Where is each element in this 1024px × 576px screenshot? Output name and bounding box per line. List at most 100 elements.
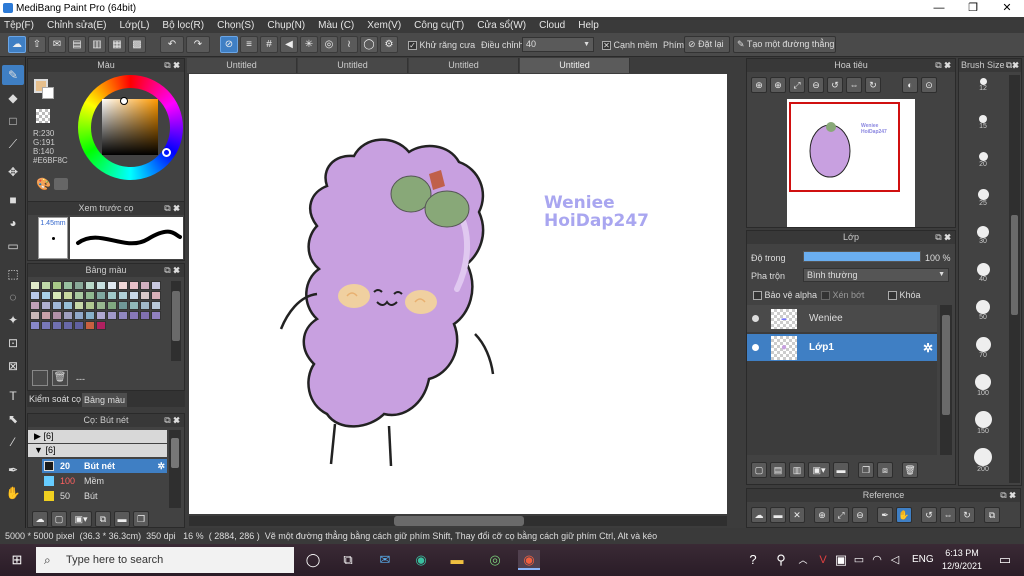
canvas-horizontal-scrollbar[interactable] [189, 516, 727, 526]
hand-tool-icon[interactable]: ✋ [2, 483, 24, 503]
folder-icon[interactable]: ▬ [114, 511, 130, 527]
palette-swatch[interactable] [30, 281, 40, 290]
mail-icon[interactable]: ✉ [374, 550, 396, 570]
page-icon[interactable]: ▤ [68, 36, 86, 53]
brush-list-scrollbar[interactable] [169, 430, 181, 508]
menu-tools[interactable]: Công cụ(T) [414, 20, 464, 31]
menu-select[interactable]: Chọn(S) [217, 20, 254, 31]
palette-swatch[interactable] [107, 291, 117, 300]
rotate-left-icon[interactable]: ↺ [827, 77, 843, 93]
tab-palette[interactable]: Bảng màu [82, 393, 127, 407]
parallel-snap-icon[interactable]: ≡ [240, 36, 258, 53]
palette-swatch[interactable] [85, 281, 95, 290]
snap-settings-icon[interactable]: ⚙ [380, 36, 398, 53]
palette-swatch[interactable] [96, 301, 106, 310]
saturation-square[interactable] [102, 99, 158, 155]
palette-swatch[interactable] [52, 321, 62, 330]
swap-colors-icon[interactable] [54, 178, 68, 190]
panel-controls-icon[interactable]: ⧉ ✖ [1000, 489, 1016, 502]
opacity-slider[interactable] [803, 251, 921, 262]
select-pen-tool-icon[interactable]: ⊡ [2, 333, 24, 353]
chrome-icon[interactable]: ◎ [484, 550, 506, 570]
palette-swatch[interactable] [151, 311, 161, 320]
panel-controls-icon[interactable]: ⧉ ✖ [935, 59, 951, 72]
trash-icon[interactable]: 🗑 [902, 462, 918, 478]
palette-swatch[interactable] [74, 301, 84, 310]
copy-brush-icon[interactable]: ⧉ [95, 511, 111, 527]
palette-swatch[interactable] [140, 301, 150, 310]
palette-swatch[interactable] [140, 311, 150, 320]
palette-scrollbar[interactable] [171, 281, 181, 361]
antialias-checkbox[interactable]: ✓ [408, 41, 417, 51]
palette-swatch[interactable] [129, 311, 139, 320]
help-icon[interactable]: ? [742, 550, 764, 570]
restore-button[interactable]: ❐ [956, 0, 990, 17]
layer-scrollbar[interactable] [940, 305, 952, 455]
palette-swatch[interactable] [30, 311, 40, 320]
cloud-icon[interactable]: ☁ [8, 36, 26, 53]
panel-controls-icon[interactable]: ⧉ ✖ [935, 231, 951, 244]
cross-snap-icon[interactable]: # [260, 36, 278, 53]
pin-icon[interactable]: ⧉ [984, 507, 1000, 523]
clipping-checkbox[interactable] [821, 291, 830, 301]
grid-icon[interactable]: ▩ [128, 36, 146, 53]
panel-controls-icon[interactable]: ⧉ ✖ [164, 264, 180, 277]
panel-controls-icon[interactable]: ⧉✖ [1006, 59, 1019, 72]
medibang-taskbar-icon[interactable]: ◉ [518, 550, 540, 570]
layout-icon[interactable]: ▦ [108, 36, 126, 53]
palette-swatch[interactable] [96, 291, 106, 300]
palette-swatch[interactable] [52, 301, 62, 310]
vanishing-snap-icon[interactable]: ◀ [280, 36, 298, 53]
color-wheel[interactable] [78, 75, 183, 180]
palette-swatch[interactable] [140, 291, 150, 300]
trash-icon[interactable]: 🗑 [52, 370, 68, 386]
zoom-in-icon[interactable]: ⊕ [814, 507, 830, 523]
dropper-tool-icon[interactable]: ⁄ [2, 432, 24, 452]
cloud-brush-icon[interactable]: ☁ [32, 511, 48, 527]
layer-folder-icon[interactable]: ▬ [833, 462, 849, 478]
brush-item[interactable]: 100 Mềm [42, 474, 167, 488]
eyedropper-icon[interactable]: ✒ [877, 507, 893, 523]
eraser-tool-icon[interactable]: ◆ [2, 88, 24, 108]
palette-swatch[interactable] [63, 321, 73, 330]
palette-swatch[interactable] [85, 321, 95, 330]
undo-icon[interactable]: ↶ [160, 36, 184, 53]
palette-swatch[interactable] [96, 281, 106, 290]
volume-icon[interactable]: ◁ [884, 550, 906, 570]
brush-size-item[interactable]: 200 [961, 445, 1005, 482]
palette-swatch[interactable] [52, 281, 62, 290]
menu-filter[interactable]: Bộ lọc(R) [162, 20, 204, 31]
palette-swatch[interactable] [30, 321, 40, 330]
palette-swatch[interactable] [74, 281, 84, 290]
ellipse-snap-icon[interactable]: ◯ [360, 36, 378, 53]
circle-snap-icon[interactable]: ◎ [320, 36, 338, 53]
palette-swatch[interactable] [74, 311, 84, 320]
palette-swatch[interactable] [41, 281, 51, 290]
flip-icon[interactable]: ⇔ [846, 77, 862, 93]
upload-icon[interactable]: ⇧ [28, 36, 46, 53]
brush-item-selected[interactable]: 20 Bút nét ✲ [42, 459, 167, 473]
layer-row[interactable]: ▬ Weniee [747, 305, 937, 332]
palette-swatch[interactable] [41, 301, 51, 310]
palette-swatch[interactable] [107, 301, 117, 310]
windows-start-icon[interactable]: ⊞ [6, 550, 28, 570]
lock-checkbox[interactable] [888, 291, 897, 301]
palette-swatch[interactable] [30, 301, 40, 310]
palette-swatch[interactable] [118, 311, 128, 320]
new-layer-icon[interactable]: ▢ [751, 462, 767, 478]
palette-swatch[interactable] [63, 291, 73, 300]
reset-button[interactable]: ⊘ Đặt lại [684, 36, 730, 53]
brush-size-item[interactable]: 50 [961, 297, 1005, 334]
palette-swatch[interactable] [63, 301, 73, 310]
minimize-button[interactable]: — [922, 0, 956, 17]
brush-tool-icon[interactable]: ✎ [2, 65, 24, 85]
palette-swatch[interactable] [74, 291, 84, 300]
menu-window[interactable]: Cửa sổ(W) [477, 20, 526, 31]
palette-swatch[interactable] [151, 301, 161, 310]
palette-icon[interactable]: 🎨 [36, 177, 51, 191]
gradient-tool-icon[interactable]: ▭ [2, 236, 24, 256]
palette-swatch[interactable] [151, 291, 161, 300]
menu-color[interactable]: Màu (C) [318, 20, 354, 31]
close-button[interactable]: ✕ [990, 0, 1024, 17]
brush-size-scrollbar[interactable] [1009, 75, 1020, 483]
